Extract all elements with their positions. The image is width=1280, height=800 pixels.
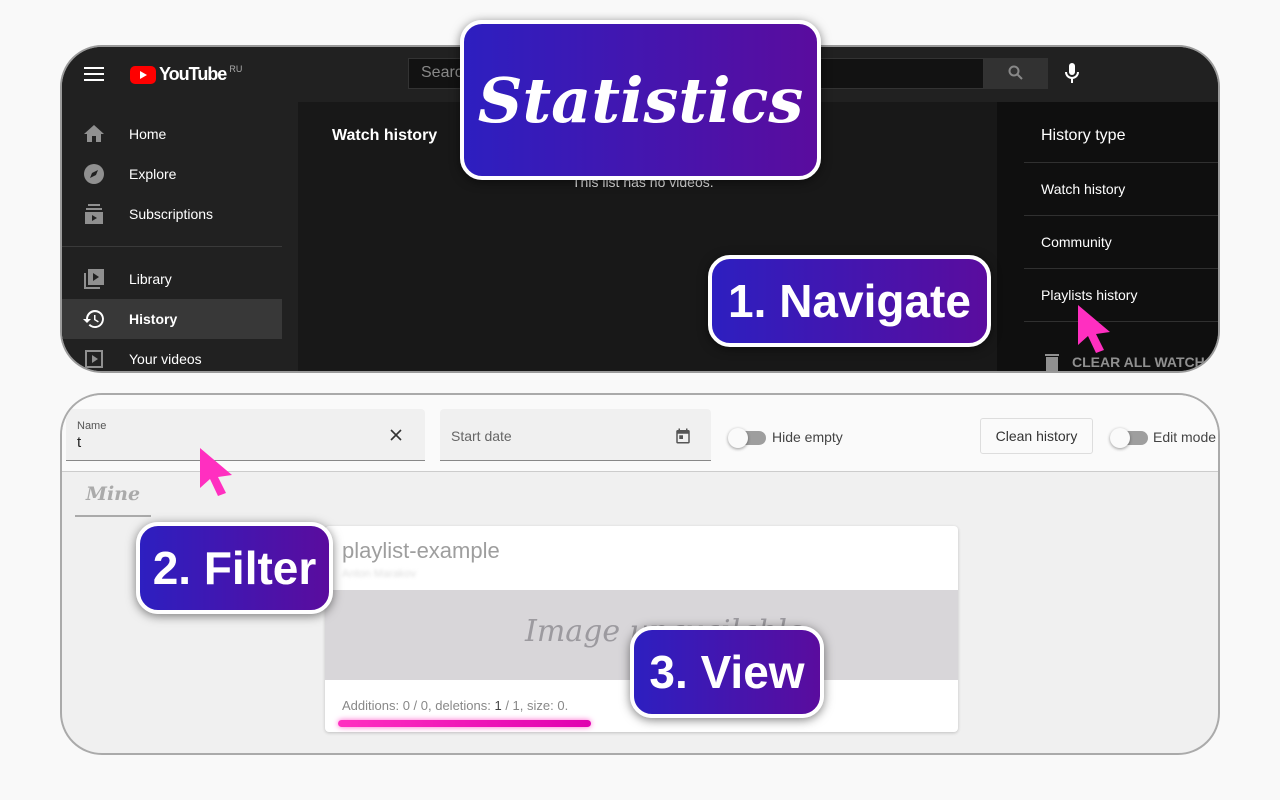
logo-text: YouTube — [159, 64, 227, 84]
your-videos-icon — [85, 350, 103, 368]
sidebar-item-subscriptions[interactable]: Subscriptions — [62, 194, 282, 234]
clear-icon[interactable] — [390, 429, 402, 441]
sidebar-item-explore[interactable]: Explore — [62, 154, 282, 194]
hide-empty-label: Hide empty — [772, 429, 843, 445]
calendar-icon[interactable] — [674, 427, 692, 445]
sidebar-item-your-videos[interactable]: Your videos — [62, 339, 282, 371]
stats-prefix: Additions: 0 / 0, deletions: — [342, 698, 495, 713]
name-label: Name — [77, 420, 107, 432]
deletions-count: 1 — [494, 698, 502, 713]
microphone-icon[interactable] — [1065, 63, 1079, 85]
name-value: t — [77, 434, 82, 451]
menu-icon[interactable] — [84, 66, 104, 82]
search-button[interactable] — [984, 58, 1048, 89]
sidebar-item-label: Subscriptions — [129, 206, 214, 222]
clear-all-label: CLEAR ALL WATCH HISTORY — [1072, 354, 1219, 370]
hide-empty-toggle[interactable] — [728, 428, 766, 448]
clean-history-button[interactable]: Clean history — [980, 418, 1093, 454]
history-type-community[interactable]: Community — [1024, 215, 1218, 268]
sidebar-item-label: Home — [129, 126, 167, 142]
sidebar-item-label: Your videos — [129, 351, 202, 367]
edit-mode-toggle[interactable] — [1110, 428, 1148, 448]
sidebar-item-label: History — [129, 311, 178, 327]
youtube-logo[interactable]: YouTube RU — [130, 64, 242, 85]
sidebar-item-label: Library — [129, 271, 172, 287]
sidebar-item-library[interactable]: Library — [62, 259, 282, 299]
cursor-arrow-icon — [1078, 305, 1110, 353]
library-icon — [84, 269, 104, 289]
sidebar-item-label: Explore — [129, 166, 177, 182]
filter-badge: 2. Filter — [136, 522, 333, 614]
compass-icon — [84, 164, 104, 184]
edit-mode-label: Edit mode — [1153, 429, 1217, 445]
sidebar-item-history[interactable]: History — [62, 299, 282, 339]
divider — [1024, 321, 1218, 322]
name-filter-input[interactable]: Name t — [66, 409, 425, 461]
playlist-author: Anton Marakov — [342, 568, 416, 580]
playlist-title: playlist-example — [342, 538, 500, 563]
start-date-input[interactable]: Start date — [440, 409, 711, 461]
stats-suffix: / 1, size: 0. — [501, 698, 569, 713]
statistics-badge: Statistics — [460, 20, 821, 180]
view-badge: 3. View — [630, 626, 824, 718]
navigate-badge: 1. Navigate — [708, 255, 991, 347]
search-icon — [1008, 65, 1023, 80]
tab-mine[interactable]: Mine — [75, 479, 151, 517]
history-icon — [83, 310, 104, 328]
trash-icon — [1045, 354, 1059, 371]
subscriptions-icon — [85, 204, 103, 224]
history-type-watch[interactable]: Watch history — [1024, 162, 1218, 215]
page-title: Watch history — [332, 127, 438, 144]
sidebar-item-home[interactable]: Home — [62, 114, 282, 154]
playlist-stats: Additions: 0 / 0, deletions: 1 / 1, size… — [342, 698, 568, 713]
sidebar-divider — [62, 246, 282, 247]
history-type-title: History type — [1041, 127, 1126, 144]
youtube-play-icon — [130, 65, 156, 84]
history-type-playlists[interactable]: Playlists history — [1024, 268, 1218, 321]
start-date-placeholder: Start date — [451, 428, 512, 444]
clear-all-button[interactable]: CLEAR ALL WATCH HISTORY — [1045, 353, 1219, 371]
cursor-arrow-icon — [200, 448, 232, 496]
home-icon — [84, 125, 104, 142]
highlight-underline — [338, 720, 591, 727]
youtube-sidebar: Home Explore Subscriptions Library Histo… — [62, 102, 298, 371]
region-code: RU — [229, 64, 243, 74]
